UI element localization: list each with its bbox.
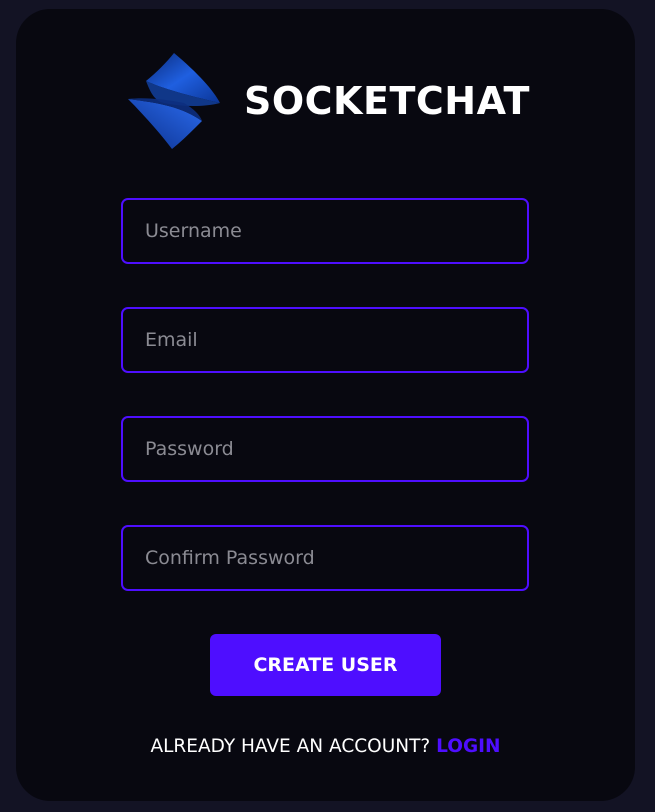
create-user-button[interactable]: CREATE USER: [210, 634, 441, 696]
socketchat-logo-icon: [128, 53, 220, 149]
login-link[interactable]: LOGIN: [436, 736, 500, 757]
brand-name: SOCKETCHAT: [244, 79, 530, 123]
login-prompt-text: ALREADY HAVE AN ACCOUNT?: [150, 736, 431, 757]
email-input[interactable]: [121, 307, 529, 373]
login-prompt: ALREADY HAVE AN ACCOUNT? LOGIN: [16, 736, 635, 757]
confirm-password-input[interactable]: [121, 525, 529, 591]
brand: SOCKETCHAT: [124, 51, 530, 151]
username-input[interactable]: [121, 198, 529, 264]
register-card: SOCKETCHAT CREATE USER ALREADY HAVE AN A…: [16, 9, 635, 801]
password-input[interactable]: [121, 416, 529, 482]
